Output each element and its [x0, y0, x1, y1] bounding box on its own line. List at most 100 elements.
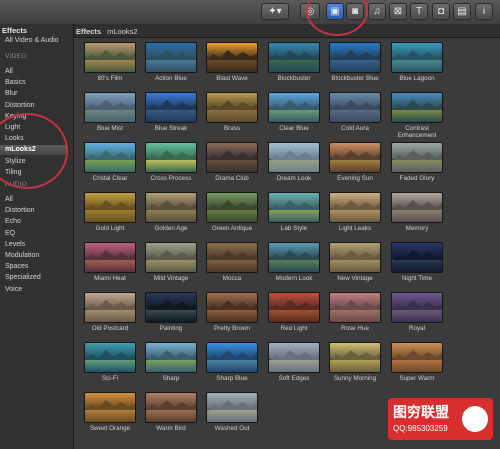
effect-tile[interactable]: Blockbuster: [264, 40, 324, 88]
effect-tile[interactable]: Rose Hue: [325, 290, 385, 338]
sidebar-item-audio-voice[interactable]: Voice: [5, 285, 67, 295]
effect-tile[interactable]: Golden Age: [141, 190, 201, 238]
sidebar-item-audio-levels[interactable]: Levels: [5, 240, 67, 250]
effect-tile[interactable]: Mocca: [202, 240, 262, 288]
effect-tile[interactable]: Contrast Enhancement: [387, 90, 447, 139]
effect-tile[interactable]: Light Leaks: [325, 190, 385, 238]
effect-thumbnail: [84, 292, 136, 323]
effect-thumbnail: [391, 292, 443, 323]
inspector-icon[interactable]: i: [475, 3, 493, 20]
sidebar-item-video-basics[interactable]: Basics: [5, 78, 67, 88]
effect-tile[interactable]: Soft Edges: [264, 340, 324, 388]
category-all-video-audio[interactable]: All Video & Audio: [5, 37, 59, 44]
effect-tile[interactable]: 80's Film: [80, 40, 140, 88]
effect-tile[interactable]: Blue Lagoon: [387, 40, 447, 88]
sidebar-item-video-blur[interactable]: Blur: [5, 89, 67, 99]
effect-tile[interactable]: Action Blue: [141, 40, 201, 88]
effect-tile[interactable]: Modern Look: [264, 240, 324, 288]
effect-label: Royal: [408, 325, 426, 332]
effect-label: Lab Style: [280, 225, 308, 232]
effect-tile[interactable]: Drama Club: [202, 140, 262, 188]
effect-tile[interactable]: Brass: [202, 90, 262, 138]
sidebar-item-audio-echo[interactable]: Echo: [5, 217, 67, 227]
effect-thumbnail: [329, 142, 381, 173]
generators-browser-icon[interactable]: ◘: [432, 3, 450, 20]
effect-tile[interactable]: Faded Glory: [387, 140, 447, 188]
sidebar-item-audio-specialized[interactable]: Specialized: [5, 273, 67, 283]
sidebar-item-video-distortion[interactable]: Distortion: [5, 101, 67, 111]
breadcrumb: Effects mLooks2: [76, 27, 138, 36]
effect-label: Light Leaks: [338, 225, 372, 232]
sidebar-item-video-all[interactable]: All: [5, 67, 67, 77]
effect-tile[interactable]: Super Warm: [387, 340, 447, 388]
effect-tile[interactable]: Memory: [387, 190, 447, 238]
effect-tile[interactable]: Sharp: [141, 340, 201, 388]
watermark-sub: QQ:985303259: [393, 424, 448, 433]
effect-label: Super Warm: [399, 375, 435, 382]
effect-label: Green Antique: [211, 225, 253, 232]
effect-tile[interactable]: Red Light: [264, 290, 324, 338]
effect-thumbnail: [84, 42, 136, 73]
sidebar-item-audio-eq[interactable]: EQ: [5, 229, 67, 239]
effect-label: Sweet Orange: [89, 425, 131, 432]
effect-label: Blockbuster: [277, 75, 311, 82]
effect-tile[interactable]: Pretty Brown: [202, 290, 262, 338]
effect-label: Pretty Brown: [213, 325, 251, 332]
effect-tile[interactable]: Sharp Blue: [202, 340, 262, 388]
effect-thumbnail: [206, 192, 258, 223]
effect-tile[interactable]: New Vintage: [325, 240, 385, 288]
effect-tile[interactable]: Sunny Morning: [325, 340, 385, 388]
effect-label: Evening Sun: [337, 175, 373, 182]
effect-tile[interactable]: Old Postcard: [80, 290, 140, 338]
sidebar-item-audio-distortion[interactable]: Distortion: [5, 206, 67, 216]
effect-tile[interactable]: Painting: [141, 290, 201, 338]
titles-browser-icon[interactable]: T: [410, 3, 428, 20]
effect-thumbnail: [206, 42, 258, 73]
effect-label: Mocca: [222, 275, 242, 282]
effect-thumbnail: [268, 342, 320, 373]
transitions-browser-icon[interactable]: ⊠: [389, 3, 407, 20]
sidebar-item-audio-spaces[interactable]: Spaces: [5, 262, 67, 272]
effect-label: Rose Hue: [340, 325, 369, 332]
effect-tile[interactable]: Blue Streak: [141, 90, 201, 138]
effect-thumbnail: [145, 292, 197, 323]
effect-thumbnail: [391, 142, 443, 173]
effect-tile[interactable]: Mild Vintage: [141, 240, 201, 288]
effect-thumbnail: [268, 142, 320, 173]
effect-tile[interactable]: Royal: [387, 290, 447, 338]
effect-tile[interactable]: Clear Blue: [264, 90, 324, 138]
effect-tile[interactable]: Washed Out: [202, 390, 262, 438]
effect-tile[interactable]: Warm Bird: [141, 390, 201, 438]
effect-tile[interactable]: Blockbuster Blue: [325, 40, 385, 88]
effect-tile[interactable]: Cristal Clear: [80, 140, 140, 188]
video-heading: VIDEO: [5, 53, 27, 60]
effect-tile[interactable]: Miami Heat: [80, 240, 140, 288]
music-browser-icon[interactable]: ♫: [368, 3, 386, 20]
effect-thumbnail: [329, 92, 381, 123]
effect-thumbnail: [268, 192, 320, 223]
effect-thumbnail: [84, 242, 136, 273]
themes-browser-icon[interactable]: ▤: [453, 3, 471, 20]
effect-label: Sunny Morning: [333, 375, 377, 382]
effect-tile[interactable]: Cold Aura: [325, 90, 385, 138]
effect-label: Painting: [159, 325, 183, 332]
effect-tile[interactable]: Evening Sun: [325, 140, 385, 188]
effect-thumbnail: [206, 142, 258, 173]
magic-wand-menu-icon[interactable]: ✦▾: [261, 3, 289, 20]
effect-tile[interactable]: Dream Look: [264, 140, 324, 188]
effect-tile[interactable]: Gold Light: [80, 190, 140, 238]
effects-sidebar: Effects All Video & Audio VIDEO All Basic…: [0, 24, 74, 449]
effect-tile[interactable]: Blue Mist: [80, 90, 140, 138]
effect-label: Cross Process: [150, 175, 192, 182]
effect-tile[interactable]: Cross Process: [141, 140, 201, 188]
effect-tile[interactable]: Sci-Fi: [80, 340, 140, 388]
sidebar-item-audio-modulation[interactable]: Modulation: [5, 251, 67, 261]
effect-tile[interactable]: Blast Wave: [202, 40, 262, 88]
effect-tile[interactable]: Night Time: [387, 240, 447, 288]
effect-label: Old Postcard: [91, 325, 129, 332]
sidebar-item-audio-all[interactable]: All: [5, 195, 67, 205]
effect-thumbnail: [329, 192, 381, 223]
effect-tile[interactable]: Lab Style: [264, 190, 324, 238]
effect-tile[interactable]: Sweet Orange: [80, 390, 140, 438]
effect-tile[interactable]: Green Antique: [202, 190, 262, 238]
